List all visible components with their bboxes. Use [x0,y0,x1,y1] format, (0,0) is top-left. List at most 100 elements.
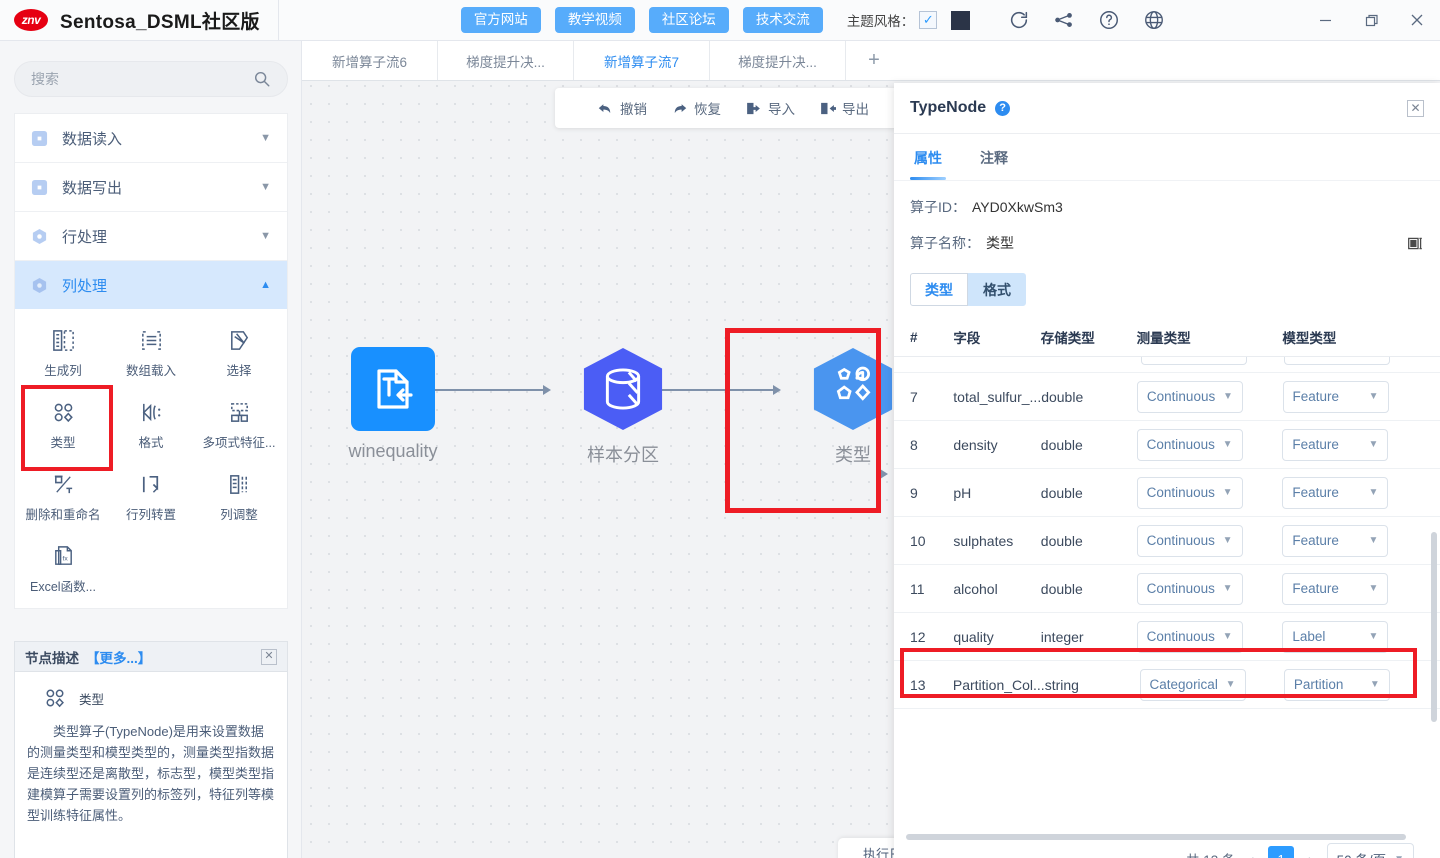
restore-icon[interactable] [1348,0,1394,41]
page-size-select[interactable]: 50 条/页 ▼ [1326,843,1414,858]
sidebar-item-data-read[interactable]: 数据读入 ▼ [15,114,287,163]
measure-type-select[interactable]: Categorical ▼ [1139,668,1246,701]
model-type-select[interactable]: Partition ▼ [1283,668,1390,701]
model-type-select[interactable]: Feature ▼ [1284,357,1391,365]
cell-model-type[interactable]: Feature ▼ [1282,380,1424,413]
operator-excel-function[interactable]: fx Excel函数... [19,533,107,605]
canvas-node-winequality[interactable]: winequality [313,347,473,462]
import-button[interactable]: 导入 [745,98,795,118]
measure-type-select[interactable]: Continuous ▼ [1136,524,1243,557]
close-icon[interactable]: ✕ [1407,99,1424,117]
cell-model-type[interactable]: Feature ▼ [1284,357,1424,365]
cell-model-type[interactable]: Feature ▼ [1282,428,1424,461]
nav-community-forum-button[interactable]: 社区论坛 [648,7,729,33]
measure-type-select[interactable]: Continuous ▼ [1136,380,1243,413]
segment-type[interactable]: 类型 [910,273,968,306]
tab-comments[interactable]: 注释 [976,134,1012,180]
table-horizontal-scrollbar[interactable] [906,834,1406,840]
cell-measure-type[interactable]: Continuous ▼ [1136,476,1283,509]
cell-model-type[interactable]: Feature ▼ [1282,572,1424,605]
model-type-select[interactable]: Feature ▼ [1282,476,1389,509]
table-row[interactable]: 6 free_sulfur_d... double Continuous ▼ F… [894,357,1440,373]
cell-measure-type[interactable]: Continuous ▼ [1136,572,1283,605]
pagination-page-1[interactable]: 1 [1268,846,1295,858]
operator-delete-rename[interactable]: 删除和重命名 [19,461,107,533]
export-button[interactable]: 导出 [819,98,869,118]
segment-format[interactable]: 格式 [968,273,1026,306]
sidebar-item-data-write[interactable]: 数据写出 ▼ [15,163,287,212]
nav-tutorial-video-button[interactable]: 教学视频 [554,7,635,33]
cell-measure-type[interactable]: Continuous ▼ [1140,357,1285,365]
table-row[interactable]: 11 alcohol double Continuous ▼ Feature ▼ [894,565,1440,613]
model-type-select[interactable]: Feature ▼ [1282,524,1389,557]
model-type-select[interactable]: Feature ▼ [1282,380,1389,413]
cell-model-type[interactable]: Partition ▼ [1283,668,1424,701]
table-row[interactable]: 12 quality integer Continuous ▼ Label ▼ [894,613,1440,661]
share-nodes-icon[interactable] [1053,9,1075,31]
table-row[interactable]: 10 sulphates double Continuous ▼ Feature… [894,517,1440,565]
cell-measure-type[interactable]: Continuous ▼ [1136,428,1283,461]
cell-measure-type[interactable]: Continuous ▼ [1136,524,1283,557]
flow-tab-2[interactable]: 新增算子流7 [574,41,710,80]
operator-format[interactable]: 格式 [107,389,195,461]
node-type-output-port[interactable] [880,469,888,479]
cell-model-type[interactable]: Label ▼ [1282,620,1424,653]
table-vertical-scrollbar[interactable] [1431,532,1437,722]
flow-tab-3[interactable]: 梯度提升决... [710,41,846,80]
node-description-header: 节点描述 【更多...】 ✕ [15,642,287,672]
model-type-select[interactable]: Feature ▼ [1282,572,1389,605]
cell-measure-type[interactable]: Categorical ▼ [1139,668,1284,701]
cell-model-type[interactable]: Feature ▼ [1282,476,1424,509]
operator-select[interactable]: 选择 [195,317,283,389]
refresh-icon[interactable] [1008,9,1030,31]
minimize-icon[interactable] [1302,0,1348,41]
measure-type-select[interactable]: Continuous ▼ [1136,620,1243,653]
close-icon[interactable] [1394,0,1440,41]
theme-checkbox[interactable]: ✓ [919,11,938,29]
operator-array-load[interactable]: 数组载入 [107,317,195,389]
operator-column-adjust[interactable]: 列调整 [195,461,283,533]
cell-model-type[interactable]: Feature ▼ [1282,524,1424,557]
pagination-next-button[interactable]: › [1306,852,1315,858]
flow-tab-1[interactable]: 梯度提升决... [438,41,574,80]
globe-icon[interactable] [1143,9,1165,31]
model-type-select[interactable]: Label ▼ [1282,620,1389,653]
measure-type-select[interactable]: Continuous ▼ [1136,572,1243,605]
nav-tech-exchange-button[interactable]: 技术交流 [742,7,823,33]
table-row[interactable]: 13 Partition_Col... string Categorical ▼… [894,661,1440,709]
help-circle-icon[interactable] [1098,9,1120,31]
table-row[interactable]: 9 pH double Continuous ▼ Feature ▼ [894,469,1440,517]
undo-button[interactable]: 撤销 [597,98,647,118]
sidebar-item-row-processing[interactable]: 行处理 ▼ [15,212,287,261]
node-description-more-link[interactable]: 【更多...】 [86,647,151,667]
table-row[interactable]: 7 total_sulfur_... double Continuous ▼ F… [894,373,1440,421]
search-icon[interactable] [253,70,271,88]
sidebar-item-column-processing[interactable]: 列处理 ▲ [15,261,287,310]
tab-attributes[interactable]: 属性 [910,134,946,180]
measure-type-value: Continuous [1146,533,1215,548]
operator-type[interactable]: 类型 [19,385,113,471]
copy-icon[interactable] [1407,235,1424,252]
operator-generate-column[interactable]: 生成列 [19,317,107,389]
help-circle-icon[interactable]: ? [995,100,1011,116]
table-row[interactable]: 8 density double Continuous ▼ Feature ▼ [894,421,1440,469]
theme-color-swatch[interactable] [951,10,971,30]
measure-type-select[interactable]: Continuous ▼ [1140,357,1247,365]
model-type-select[interactable]: Feature ▼ [1282,428,1389,461]
operator-transpose[interactable]: 行列转置 [107,461,195,533]
table-body[interactable]: 6 free_sulfur_d... double Continuous ▼ F… [894,356,1440,842]
operator-polynomial-feature[interactable]: 多项式特征... [195,389,283,461]
canvas-node-sample-partition[interactable]: 样本分区 [543,347,703,467]
pagination-prev-button[interactable]: ‹ [1248,852,1257,858]
measure-type-select[interactable]: Continuous ▼ [1136,476,1243,509]
search-input[interactable] [31,71,253,87]
measure-type-select[interactable]: Continuous ▼ [1136,428,1243,461]
close-icon[interactable]: ✕ [261,648,277,665]
nav-official-site-button[interactable]: 官方网站 [460,7,541,33]
cell-measure-type[interactable]: Continuous ▼ [1136,620,1283,653]
flow-tab-0[interactable]: 新增算子流6 [302,41,438,80]
cell-measure-type[interactable]: Continuous ▼ [1136,380,1283,413]
search-box[interactable] [14,61,288,97]
add-flow-tab-button[interactable]: + [846,41,902,80]
redo-button[interactable]: 恢复 [671,98,721,118]
